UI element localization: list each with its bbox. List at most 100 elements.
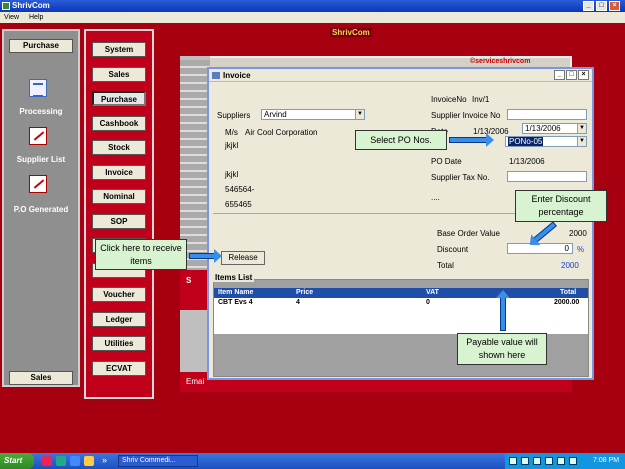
chevron-down-icon[interactable]: ▼ bbox=[577, 124, 586, 133]
system-tray: 7:08 PM bbox=[505, 453, 625, 469]
module-ledger-button[interactable]: Ledger bbox=[92, 312, 146, 327]
sidebar-item-processing[interactable]: Processing bbox=[4, 107, 78, 116]
module-utilities-button[interactable]: Utilities bbox=[92, 336, 146, 351]
module-system-button[interactable]: System bbox=[92, 42, 146, 57]
chevron-down-icon[interactable]: ▼ bbox=[577, 137, 586, 146]
quicklaunch-icon[interactable] bbox=[56, 456, 66, 466]
close-button[interactable]: × bbox=[609, 1, 620, 11]
module-cashbook-button[interactable]: Cashbook bbox=[92, 116, 146, 131]
tray-icon[interactable] bbox=[533, 457, 541, 465]
items-header: Item Name Price VAT Total bbox=[214, 288, 588, 298]
base-order-value: 2000 bbox=[569, 229, 587, 238]
item-name-cell: CBT Evs 4 bbox=[218, 299, 253, 306]
discount-label: Discount bbox=[437, 245, 469, 254]
window-titlebar: ShrivCom _ □ × bbox=[0, 0, 625, 12]
sidebar-sales-button[interactable]: Sales bbox=[9, 371, 73, 385]
dialog-minimize-button[interactable]: _ bbox=[554, 70, 565, 80]
folder-icon[interactable] bbox=[84, 456, 94, 466]
address-line-4: 655465 bbox=[225, 200, 252, 209]
module-ecvat-button[interactable]: ECVAT bbox=[92, 361, 146, 376]
arrow-up-icon bbox=[496, 290, 510, 331]
module-sop-button[interactable]: SOP bbox=[92, 214, 146, 229]
invoice-no-label: InvoiceNo bbox=[431, 95, 467, 104]
suppliers-label: Suppliers bbox=[217, 111, 251, 120]
date-picker-value: 1/13/2006 bbox=[525, 124, 561, 133]
suppliers-combo[interactable]: Arvind ▼ bbox=[261, 109, 365, 120]
module-invoice-button[interactable]: Invoice bbox=[92, 165, 146, 180]
address-line-3: 546564- bbox=[225, 185, 255, 194]
background-footer-text: Emai bbox=[186, 377, 205, 386]
invoice-icon bbox=[212, 72, 220, 79]
invoice-dialog-title: Invoice bbox=[223, 71, 251, 80]
column-item-name[interactable]: Item Name bbox=[218, 289, 253, 296]
item-price-cell: 4 bbox=[296, 299, 300, 306]
address-line-1: jkjkl bbox=[225, 141, 239, 150]
callout-enter-discount: Enter Discount percentage bbox=[515, 190, 607, 222]
invoice-no-value: Inv/1 bbox=[472, 95, 490, 104]
volume-icon[interactable] bbox=[569, 457, 577, 465]
dialog-close-button[interactable]: × bbox=[578, 70, 589, 80]
sidebar: Purchase Processing Supplier List P.O Ge… bbox=[2, 29, 80, 387]
items-empty-area bbox=[214, 309, 588, 334]
module-sales-button[interactable]: Sales bbox=[92, 67, 146, 82]
supplier-tax-label: Supplier Tax No. bbox=[431, 173, 490, 182]
module-column: System Sales Purchase Cashbook Stock Inv… bbox=[84, 29, 154, 399]
callout-select-po: Select PO Nos. bbox=[355, 130, 447, 150]
item-vat-cell: 0 bbox=[426, 299, 430, 306]
supplier-invoice-no-label: Supplier Invoice No bbox=[431, 111, 501, 120]
menu-view[interactable]: View bbox=[4, 14, 19, 21]
chevron-down-icon[interactable]: ▼ bbox=[355, 110, 364, 119]
module-voucher-button[interactable]: Voucher bbox=[92, 287, 146, 302]
column-price[interactable]: Price bbox=[296, 289, 313, 296]
ms-label: M/s bbox=[225, 128, 238, 137]
invoice-dialog-titlebar: Invoice _ □ × bbox=[209, 69, 592, 82]
column-vat[interactable]: VAT bbox=[426, 289, 439, 296]
sidebar-item-po-generated[interactable]: P.O Generated bbox=[4, 205, 78, 214]
dialog-maximize-button[interactable]: □ bbox=[566, 70, 577, 80]
document-icon[interactable] bbox=[29, 79, 47, 97]
supplier-invoice-no-input[interactable] bbox=[507, 109, 587, 120]
suppliers-value: Arvind bbox=[264, 110, 287, 119]
window-title: ShrivCom bbox=[12, 1, 50, 10]
item-total-cell: 2000.00 bbox=[554, 299, 580, 306]
tray-icon[interactable] bbox=[557, 457, 565, 465]
module-purchase-button[interactable]: Purchase bbox=[92, 91, 146, 106]
arrow-right-icon bbox=[189, 249, 222, 263]
menu-bar: View Help bbox=[0, 12, 625, 23]
edit-icon[interactable] bbox=[29, 175, 47, 193]
taskbar-item[interactable]: Shriv Commedi... bbox=[118, 455, 198, 467]
column-total[interactable]: Total bbox=[560, 289, 576, 296]
start-button[interactable]: Start bbox=[0, 453, 34, 469]
po-nos-combo[interactable]: PONo-05 ▼ bbox=[505, 136, 587, 147]
sidebar-purchase-button[interactable]: Purchase bbox=[9, 39, 73, 53]
tray-icon[interactable] bbox=[545, 457, 553, 465]
tray-icon[interactable] bbox=[509, 457, 517, 465]
clock: 7:08 PM bbox=[593, 457, 620, 464]
table-row[interactable]: CBT Evs 4 4 0 2000.00 bbox=[214, 298, 588, 309]
discount-unit: % bbox=[577, 245, 585, 254]
sidebar-item-supplier-list[interactable]: Supplier List bbox=[4, 155, 78, 164]
release-button[interactable]: Release bbox=[221, 251, 265, 265]
menu-help[interactable]: Help bbox=[29, 14, 43, 21]
tray-icon[interactable] bbox=[521, 457, 529, 465]
po-nos-value: PONo-05 bbox=[508, 137, 544, 146]
edit-icon[interactable] bbox=[29, 127, 47, 145]
total-value: 2000 bbox=[561, 261, 579, 270]
callout-receive-items: Click here to receive items bbox=[95, 239, 187, 270]
discount-value: 0 bbox=[564, 244, 569, 253]
po-date-label: PO Date bbox=[431, 157, 462, 166]
ms-value: Air Cool Corporation bbox=[245, 128, 318, 137]
module-stock-button[interactable]: Stock bbox=[92, 140, 146, 155]
date-picker[interactable]: 1/13/2006 ▼ bbox=[522, 123, 587, 134]
callout-payable-value: Payable value will shown here bbox=[457, 333, 547, 365]
maximize-button[interactable]: □ bbox=[596, 1, 607, 11]
module-nominal-button[interactable]: Nominal bbox=[92, 189, 146, 204]
quicklaunch-icon[interactable] bbox=[42, 456, 52, 466]
background-logo: ©serviceshrivcom bbox=[470, 58, 531, 65]
supplier-tax-input[interactable] bbox=[507, 171, 587, 182]
browser-icon[interactable] bbox=[70, 456, 80, 466]
ellipsis-label: .... bbox=[431, 193, 440, 202]
minimize-button[interactable]: _ bbox=[583, 1, 594, 11]
chevron-icon[interactable]: » bbox=[102, 455, 107, 465]
items-list-title: Items List bbox=[213, 273, 255, 282]
